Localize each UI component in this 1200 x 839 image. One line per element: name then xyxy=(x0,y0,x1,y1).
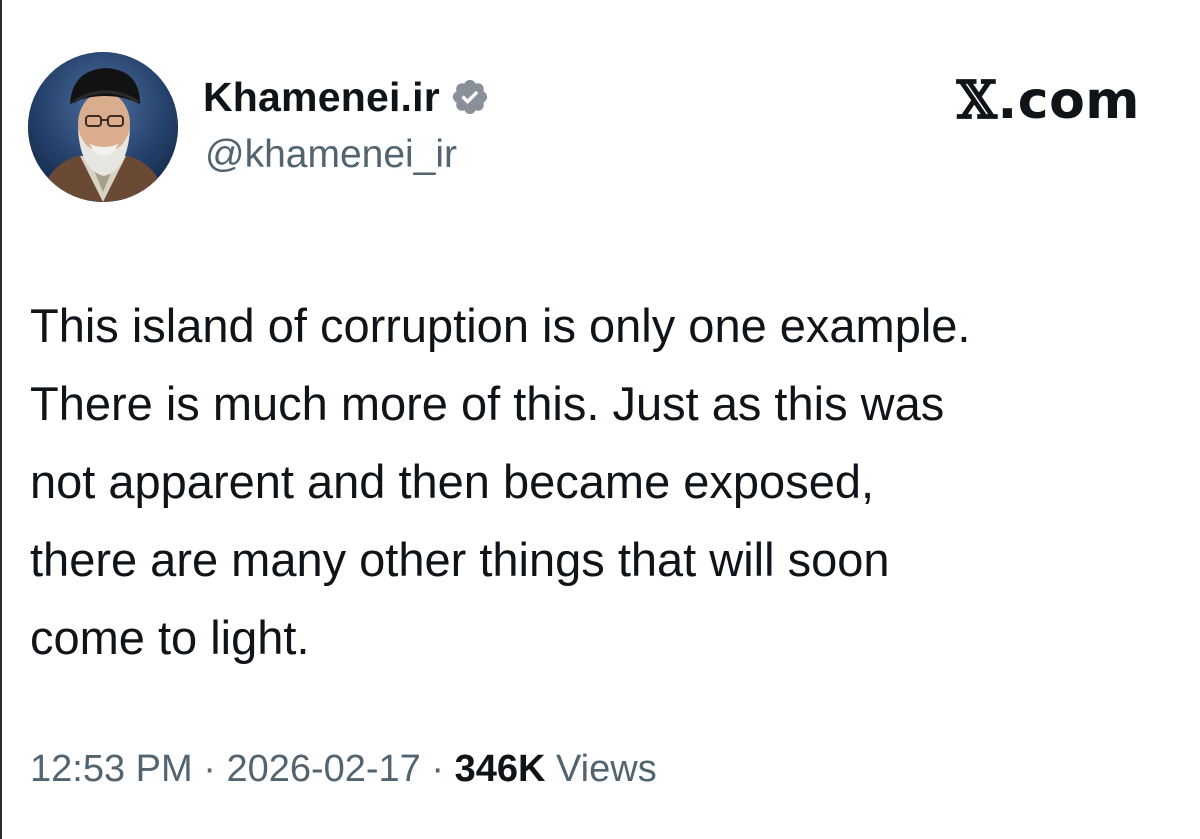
tweet-text: This island of corruption is only one ex… xyxy=(30,299,971,664)
tweet-time[interactable]: 12:53 PM xyxy=(30,748,193,790)
verified-badge-icon xyxy=(450,77,490,117)
profile-avatar[interactable] xyxy=(28,52,178,202)
tweet-date[interactable]: 2026-02-17 xyxy=(226,748,420,790)
author-name-row: Khamenei.ir xyxy=(203,72,490,122)
brand-suffix: .com xyxy=(997,71,1140,131)
brand-label: 𝕏.com xyxy=(957,70,1140,131)
avatar-portrait-icon xyxy=(28,52,178,202)
views-count: 346K xyxy=(454,748,546,790)
meta-separator: · xyxy=(203,748,216,790)
tweet-meta: 12:53 PM · 2026-02-17 · 346K Views xyxy=(30,748,657,791)
author-handle[interactable]: @khamenei_ir xyxy=(205,133,457,177)
x-logo-icon: 𝕏 xyxy=(956,70,998,131)
left-border xyxy=(0,0,2,839)
meta-separator: · xyxy=(431,748,445,790)
views-label: Views xyxy=(556,748,657,790)
author-display-name[interactable]: Khamenei.ir xyxy=(203,74,440,121)
